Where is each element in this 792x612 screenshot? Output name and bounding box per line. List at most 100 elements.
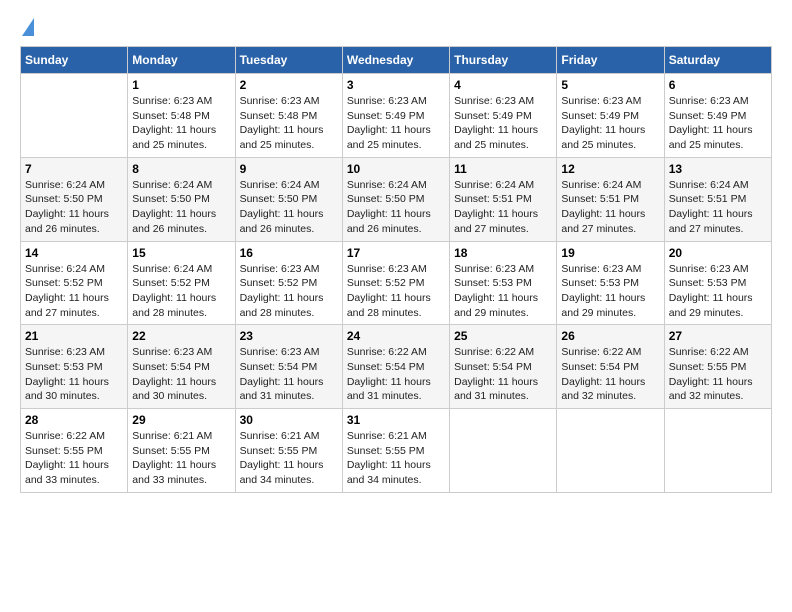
day-number: 8 <box>132 162 230 176</box>
calendar-cell: 26 Sunrise: 6:22 AM Sunset: 5:54 PM Dayli… <box>557 325 664 409</box>
day-info: Sunrise: 6:24 AM Sunset: 5:50 PM Dayligh… <box>132 178 230 237</box>
calendar-cell: 27 Sunrise: 6:22 AM Sunset: 5:55 PM Dayli… <box>664 325 771 409</box>
day-info: Sunrise: 6:23 AM Sunset: 5:48 PM Dayligh… <box>132 94 230 153</box>
page-header <box>20 20 772 36</box>
calendar-cell <box>557 409 664 493</box>
day-info: Sunrise: 6:24 AM Sunset: 5:50 PM Dayligh… <box>240 178 338 237</box>
day-info: Sunrise: 6:23 AM Sunset: 5:49 PM Dayligh… <box>561 94 659 153</box>
day-info: Sunrise: 6:22 AM Sunset: 5:55 PM Dayligh… <box>669 345 767 404</box>
calendar-cell: 11 Sunrise: 6:24 AM Sunset: 5:51 PM Dayli… <box>450 157 557 241</box>
day-number: 28 <box>25 413 123 427</box>
day-info: Sunrise: 6:23 AM Sunset: 5:49 PM Dayligh… <box>454 94 552 153</box>
day-info: Sunrise: 6:24 AM Sunset: 5:50 PM Dayligh… <box>25 178 123 237</box>
day-number: 12 <box>561 162 659 176</box>
day-number: 29 <box>132 413 230 427</box>
logo <box>20 20 34 36</box>
day-info: Sunrise: 6:23 AM Sunset: 5:53 PM Dayligh… <box>25 345 123 404</box>
day-number: 20 <box>669 246 767 260</box>
calendar-cell: 21 Sunrise: 6:23 AM Sunset: 5:53 PM Dayli… <box>21 325 128 409</box>
calendar-cell: 2Sunrise: 6:23 AM Sunset: 5:48 PM Daylig… <box>235 74 342 158</box>
day-info: Sunrise: 6:24 AM Sunset: 5:51 PM Dayligh… <box>561 178 659 237</box>
day-info: Sunrise: 6:22 AM Sunset: 5:54 PM Dayligh… <box>454 345 552 404</box>
day-header-wednesday: Wednesday <box>342 47 449 74</box>
day-number: 15 <box>132 246 230 260</box>
day-info: Sunrise: 6:23 AM Sunset: 5:53 PM Dayligh… <box>561 262 659 321</box>
calendar-cell: 14 Sunrise: 6:24 AM Sunset: 5:52 PM Dayli… <box>21 241 128 325</box>
day-header-sunday: Sunday <box>21 47 128 74</box>
day-number: 6 <box>669 78 767 92</box>
calendar-cell: 13 Sunrise: 6:24 AM Sunset: 5:51 PM Dayli… <box>664 157 771 241</box>
calendar-cell: 22Sunrise: 6:23 AM Sunset: 5:54 PM Dayli… <box>128 325 235 409</box>
day-number: 11 <box>454 162 552 176</box>
day-info: Sunrise: 6:24 AM Sunset: 5:52 PM Dayligh… <box>132 262 230 321</box>
day-header-saturday: Saturday <box>664 47 771 74</box>
day-number: 9 <box>240 162 338 176</box>
day-number: 1 <box>132 78 230 92</box>
calendar-cell <box>664 409 771 493</box>
day-number: 30 <box>240 413 338 427</box>
day-info: Sunrise: 6:23 AM Sunset: 5:49 PM Dayligh… <box>669 94 767 153</box>
day-number: 25 <box>454 329 552 343</box>
calendar-cell: 25 Sunrise: 6:22 AM Sunset: 5:54 PM Dayli… <box>450 325 557 409</box>
day-info: Sunrise: 6:23 AM Sunset: 5:49 PM Dayligh… <box>347 94 445 153</box>
calendar-cell: 24Sunrise: 6:22 AM Sunset: 5:54 PM Dayli… <box>342 325 449 409</box>
calendar-week-row: 1 Sunrise: 6:23 AM Sunset: 5:48 PM Daylig… <box>21 74 772 158</box>
day-header-friday: Friday <box>557 47 664 74</box>
calendar-cell <box>21 74 128 158</box>
day-info: Sunrise: 6:24 AM Sunset: 5:52 PM Dayligh… <box>25 262 123 321</box>
day-info: Sunrise: 6:21 AM Sunset: 5:55 PM Dayligh… <box>132 429 230 488</box>
calendar-cell: 12 Sunrise: 6:24 AM Sunset: 5:51 PM Dayli… <box>557 157 664 241</box>
day-number: 24 <box>347 329 445 343</box>
calendar-week-row: 21 Sunrise: 6:23 AM Sunset: 5:53 PM Dayli… <box>21 325 772 409</box>
day-number: 10 <box>347 162 445 176</box>
calendar-cell: 29 Sunrise: 6:21 AM Sunset: 5:55 PM Dayli… <box>128 409 235 493</box>
logo-icon <box>22 18 34 36</box>
calendar-cell: 18Sunrise: 6:23 AM Sunset: 5:53 PM Dayli… <box>450 241 557 325</box>
day-info: Sunrise: 6:23 AM Sunset: 5:53 PM Dayligh… <box>669 262 767 321</box>
calendar-cell: 6 Sunrise: 6:23 AM Sunset: 5:49 PM Daylig… <box>664 74 771 158</box>
day-info: Sunrise: 6:23 AM Sunset: 5:52 PM Dayligh… <box>240 262 338 321</box>
day-number: 16 <box>240 246 338 260</box>
calendar-cell: 20 Sunrise: 6:23 AM Sunset: 5:53 PM Dayli… <box>664 241 771 325</box>
day-number: 18 <box>454 246 552 260</box>
calendar-cell: 17Sunrise: 6:23 AM Sunset: 5:52 PM Dayli… <box>342 241 449 325</box>
day-info: Sunrise: 6:24 AM Sunset: 5:51 PM Dayligh… <box>454 178 552 237</box>
day-info: Sunrise: 6:22 AM Sunset: 5:54 PM Dayligh… <box>561 345 659 404</box>
calendar-cell: 16 Sunrise: 6:23 AM Sunset: 5:52 PM Dayli… <box>235 241 342 325</box>
calendar-cell: 7Sunrise: 6:24 AM Sunset: 5:50 PM Daylig… <box>21 157 128 241</box>
day-number: 21 <box>25 329 123 343</box>
day-number: 26 <box>561 329 659 343</box>
calendar-cell: 30 Sunrise: 6:21 AM Sunset: 5:55 PM Dayli… <box>235 409 342 493</box>
calendar-week-row: 28Sunrise: 6:22 AM Sunset: 5:55 PM Dayli… <box>21 409 772 493</box>
day-header-thursday: Thursday <box>450 47 557 74</box>
day-number: 22 <box>132 329 230 343</box>
calendar-cell: 10 Sunrise: 6:24 AM Sunset: 5:50 PM Dayli… <box>342 157 449 241</box>
calendar-cell: 23 Sunrise: 6:23 AM Sunset: 5:54 PM Dayli… <box>235 325 342 409</box>
calendar-cell: 4 Sunrise: 6:23 AM Sunset: 5:49 PM Daylig… <box>450 74 557 158</box>
calendar-cell: 1 Sunrise: 6:23 AM Sunset: 5:48 PM Daylig… <box>128 74 235 158</box>
calendar-cell: 31Sunrise: 6:21 AM Sunset: 5:55 PM Dayli… <box>342 409 449 493</box>
calendar-cell: 19 Sunrise: 6:23 AM Sunset: 5:53 PM Dayli… <box>557 241 664 325</box>
day-info: Sunrise: 6:23 AM Sunset: 5:52 PM Dayligh… <box>347 262 445 321</box>
day-number: 4 <box>454 78 552 92</box>
calendar-week-row: 14 Sunrise: 6:24 AM Sunset: 5:52 PM Dayli… <box>21 241 772 325</box>
day-info: Sunrise: 6:21 AM Sunset: 5:55 PM Dayligh… <box>347 429 445 488</box>
day-info: Sunrise: 6:24 AM Sunset: 5:51 PM Dayligh… <box>669 178 767 237</box>
day-number: 3 <box>347 78 445 92</box>
calendar-week-row: 7Sunrise: 6:24 AM Sunset: 5:50 PM Daylig… <box>21 157 772 241</box>
day-number: 14 <box>25 246 123 260</box>
calendar-cell: 9 Sunrise: 6:24 AM Sunset: 5:50 PM Daylig… <box>235 157 342 241</box>
day-info: Sunrise: 6:21 AM Sunset: 5:55 PM Dayligh… <box>240 429 338 488</box>
calendar-cell: 3 Sunrise: 6:23 AM Sunset: 5:49 PM Daylig… <box>342 74 449 158</box>
day-number: 27 <box>669 329 767 343</box>
day-info: Sunrise: 6:24 AM Sunset: 5:50 PM Dayligh… <box>347 178 445 237</box>
day-info: Sunrise: 6:23 AM Sunset: 5:54 PM Dayligh… <box>240 345 338 404</box>
day-number: 23 <box>240 329 338 343</box>
day-number: 19 <box>561 246 659 260</box>
calendar-cell: 15 Sunrise: 6:24 AM Sunset: 5:52 PM Dayli… <box>128 241 235 325</box>
day-number: 5 <box>561 78 659 92</box>
day-info: Sunrise: 6:23 AM Sunset: 5:48 PM Dayligh… <box>240 94 338 153</box>
day-header-monday: Monday <box>128 47 235 74</box>
calendar-table: SundayMondayTuesdayWednesdayThursdayFrid… <box>20 46 772 493</box>
day-number: 13 <box>669 162 767 176</box>
